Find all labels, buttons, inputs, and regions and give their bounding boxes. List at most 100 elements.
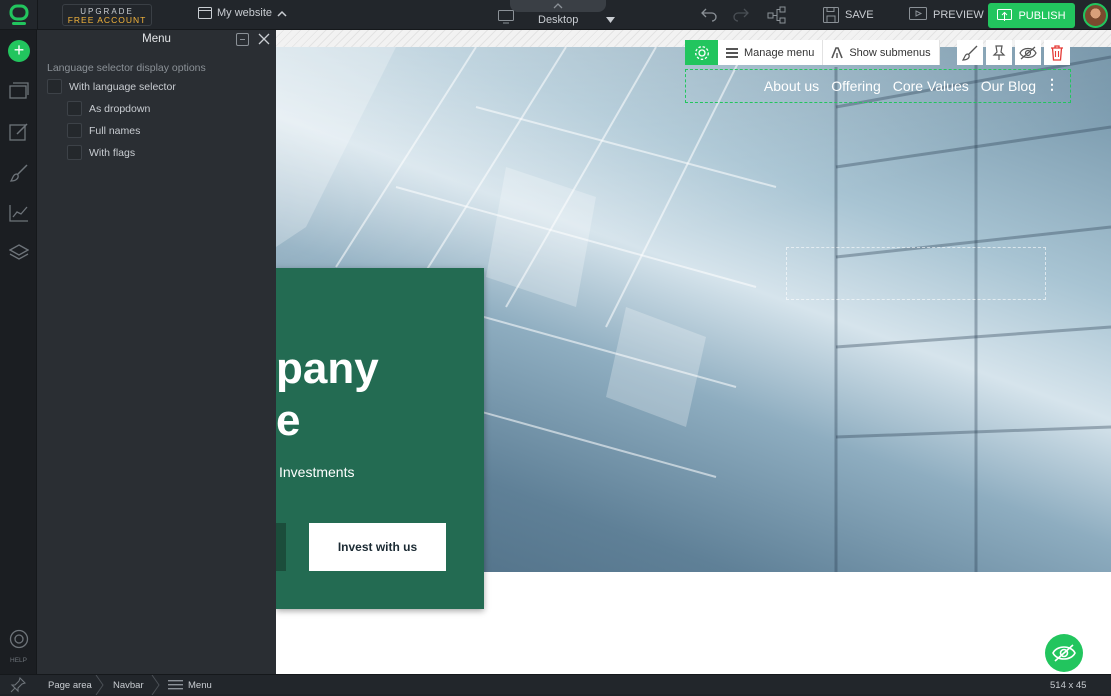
publish-icon bbox=[997, 9, 1013, 21]
edit-icon bbox=[8, 122, 28, 141]
menu-item-our-blog[interactable]: Our Blog bbox=[981, 78, 1036, 94]
option-with-language-selector[interactable]: With language selector bbox=[47, 79, 176, 94]
website-selector[interactable]: My website bbox=[198, 7, 287, 19]
pages-icon bbox=[8, 81, 29, 99]
option-with-flags[interactable]: With flags bbox=[67, 145, 135, 160]
preview-icon bbox=[909, 7, 927, 20]
settings-button[interactable] bbox=[685, 40, 718, 65]
minimize-button[interactable] bbox=[236, 33, 249, 46]
app-logo-icon bbox=[9, 4, 28, 25]
close-button[interactable] bbox=[257, 32, 271, 46]
logo[interactable] bbox=[0, 0, 38, 30]
more-options-icon[interactable]: ⋮ bbox=[1045, 76, 1059, 93]
free-account-label: FREE ACCOUNT bbox=[67, 15, 147, 25]
list-icon bbox=[726, 47, 738, 58]
preview-button[interactable]: PREVIEW bbox=[909, 7, 984, 22]
undo-icon bbox=[701, 8, 717, 22]
breadcrumb-navbar[interactable]: Navbar bbox=[113, 680, 144, 691]
hero-primary-button[interactable] bbox=[276, 523, 286, 571]
brush-icon bbox=[961, 45, 978, 61]
checkbox[interactable] bbox=[67, 145, 82, 160]
menu-icon bbox=[168, 680, 183, 690]
window-icon bbox=[198, 7, 212, 19]
option-label: With language selector bbox=[69, 80, 176, 93]
device-selector[interactable]: Desktop bbox=[498, 0, 618, 30]
upgrade-button[interactable]: UPGRADE FREE ACCOUNT bbox=[62, 4, 152, 26]
menu-item-core-values[interactable]: Core Values bbox=[893, 78, 969, 94]
eye-off-icon bbox=[1052, 644, 1076, 662]
help-button[interactable] bbox=[8, 628, 29, 649]
manage-menu-label: Manage menu bbox=[744, 46, 815, 59]
menu-item-offering[interactable]: Offering bbox=[831, 78, 881, 94]
element-toolbar: Manage menu Show submenus bbox=[685, 40, 1070, 65]
pages-button[interactable] bbox=[8, 80, 29, 101]
checkbox[interactable] bbox=[67, 123, 82, 138]
brush-icon bbox=[9, 163, 28, 182]
redo-icon bbox=[733, 8, 749, 22]
save-label: SAVE bbox=[845, 9, 874, 21]
chevron-right-icon bbox=[151, 675, 160, 695]
breadcrumb-menu[interactable]: Menu bbox=[188, 680, 212, 691]
show-submenus-label: Show submenus bbox=[849, 46, 931, 59]
desktop-icon bbox=[498, 10, 514, 24]
menu-items: About us Offering Core Values Our Blog bbox=[764, 78, 1036, 94]
hero-subheading[interactable]: Investments bbox=[279, 464, 354, 480]
show-submenus-button[interactable]: Show submenus bbox=[823, 40, 940, 65]
layers-icon bbox=[8, 243, 29, 260]
design-button[interactable] bbox=[8, 162, 29, 183]
hide-button[interactable] bbox=[1014, 40, 1041, 65]
pin-icon bbox=[992, 44, 1006, 60]
left-toolbar: + HELP bbox=[0, 30, 37, 674]
top-bar: UPGRADE FREE ACCOUNT My website Desktop … bbox=[0, 0, 1111, 30]
edit-content-button[interactable] bbox=[8, 121, 29, 142]
editor-canvas[interactable]: pany e Investments Invest with us Manage… bbox=[276, 30, 1111, 674]
toggle-hidden-elements-button[interactable] bbox=[1045, 634, 1083, 672]
save-button[interactable]: SAVE bbox=[823, 7, 874, 23]
status-bar: Page area Navbar Menu 514 x 45 bbox=[0, 674, 1111, 696]
manage-menu-button[interactable]: Manage menu bbox=[718, 40, 824, 65]
chevron-right-icon bbox=[95, 675, 104, 695]
eye-off-icon bbox=[1018, 46, 1037, 59]
publish-button[interactable]: PUBLISH bbox=[988, 3, 1075, 28]
add-element-button[interactable]: + bbox=[8, 40, 30, 62]
sitemap-icon bbox=[767, 6, 786, 24]
layers-button[interactable] bbox=[8, 242, 29, 263]
design-element-button[interactable] bbox=[956, 40, 983, 65]
close-icon bbox=[258, 33, 270, 45]
hero-heading-line1[interactable]: pany bbox=[276, 344, 379, 394]
menu-item-about-us[interactable]: About us bbox=[764, 78, 819, 94]
sitemap-button[interactable] bbox=[767, 6, 787, 24]
breadcrumb-page-area[interactable]: Page area bbox=[48, 680, 92, 691]
statistics-button[interactable] bbox=[8, 202, 29, 223]
minimize-icon bbox=[240, 39, 245, 40]
submenu-icon bbox=[831, 46, 844, 58]
checkbox[interactable] bbox=[67, 101, 82, 116]
pin-button[interactable] bbox=[985, 40, 1012, 65]
pin-icon[interactable] bbox=[10, 676, 27, 696]
chart-icon bbox=[8, 204, 28, 222]
save-icon bbox=[823, 7, 839, 23]
caret-down-icon bbox=[606, 17, 615, 23]
invest-button[interactable]: Invest with us bbox=[309, 523, 446, 571]
publish-label: PUBLISH bbox=[1018, 9, 1066, 22]
chevron-up-icon bbox=[553, 3, 563, 9]
hero-heading-line2[interactable]: e bbox=[276, 396, 300, 446]
option-label: With flags bbox=[89, 146, 136, 159]
section-heading: Language selector display options bbox=[47, 62, 206, 74]
device-label: Desktop bbox=[538, 14, 579, 26]
option-full-names[interactable]: Full names bbox=[67, 123, 140, 138]
redo-button[interactable] bbox=[732, 6, 750, 22]
user-avatar[interactable] bbox=[1083, 3, 1108, 28]
undo-button[interactable] bbox=[700, 6, 718, 22]
chevron-up-icon bbox=[277, 10, 287, 17]
checkbox[interactable] bbox=[47, 79, 62, 94]
delete-button[interactable] bbox=[1043, 40, 1070, 65]
lifebuoy-icon bbox=[9, 629, 28, 648]
preview-label: PREVIEW bbox=[933, 8, 984, 21]
device-toggle-tab[interactable] bbox=[510, 0, 606, 12]
option-as-dropdown[interactable]: As dropdown bbox=[67, 101, 150, 116]
empty-placeholder-box[interactable] bbox=[786, 247, 1046, 300]
navbar-menu[interactable]: About us Offering Core Values Our Blog ⋮ bbox=[685, 69, 1071, 103]
element-size-readout: 514 x 45 bbox=[1050, 680, 1087, 691]
website-name: My website bbox=[217, 7, 273, 19]
